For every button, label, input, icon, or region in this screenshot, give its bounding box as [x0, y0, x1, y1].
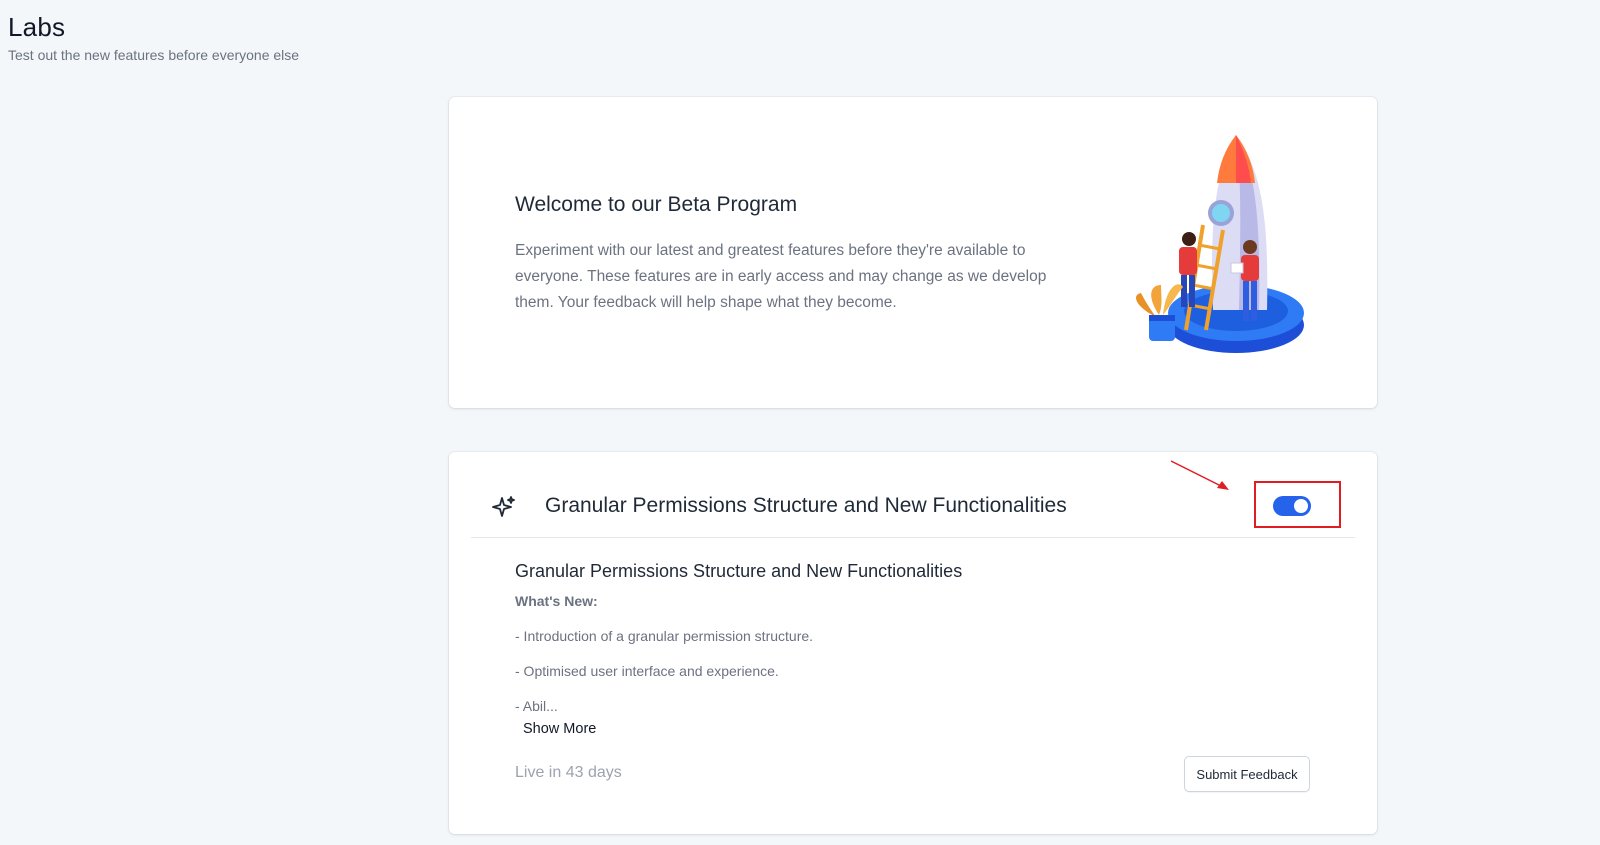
- sparkle-icon: [492, 496, 515, 517]
- page-subtitle: Test out the new features before everyon…: [8, 47, 300, 63]
- welcome-title: Welcome to our Beta Program: [515, 193, 798, 216]
- page-header: Labs Test out the new features before ev…: [8, 12, 299, 63]
- page-title: Labs: [8, 12, 66, 42]
- welcome-card: Welcome to our Beta Program Experiment w…: [449, 97, 1377, 408]
- list-item: - Optimised user interface and experienc…: [515, 663, 779, 679]
- whats-new-label: What's New:: [515, 593, 598, 609]
- rocket-illustration: [1136, 135, 1304, 353]
- details-title: Granular Permissions Structure and New F…: [515, 561, 963, 581]
- list-item: - Introduction of a granular permission …: [515, 628, 814, 644]
- welcome-description: Experiment with our latest and greatest …: [515, 242, 1047, 311]
- feature-toggle[interactable]: [1273, 496, 1311, 516]
- show-more-link[interactable]: Show More: [523, 721, 596, 737]
- feature-title: Granular Permissions Structure and New F…: [545, 494, 1067, 517]
- feature-card: Granular Permissions Structure and New F…: [449, 452, 1377, 834]
- submit-feedback-button[interactable]: Submit Feedback: [1184, 756, 1310, 792]
- whats-new-list: - Introduction of a granular permission …: [515, 627, 813, 732]
- toggle-knob: [1294, 499, 1308, 513]
- live-status-text: Live in 43 days: [515, 764, 622, 781]
